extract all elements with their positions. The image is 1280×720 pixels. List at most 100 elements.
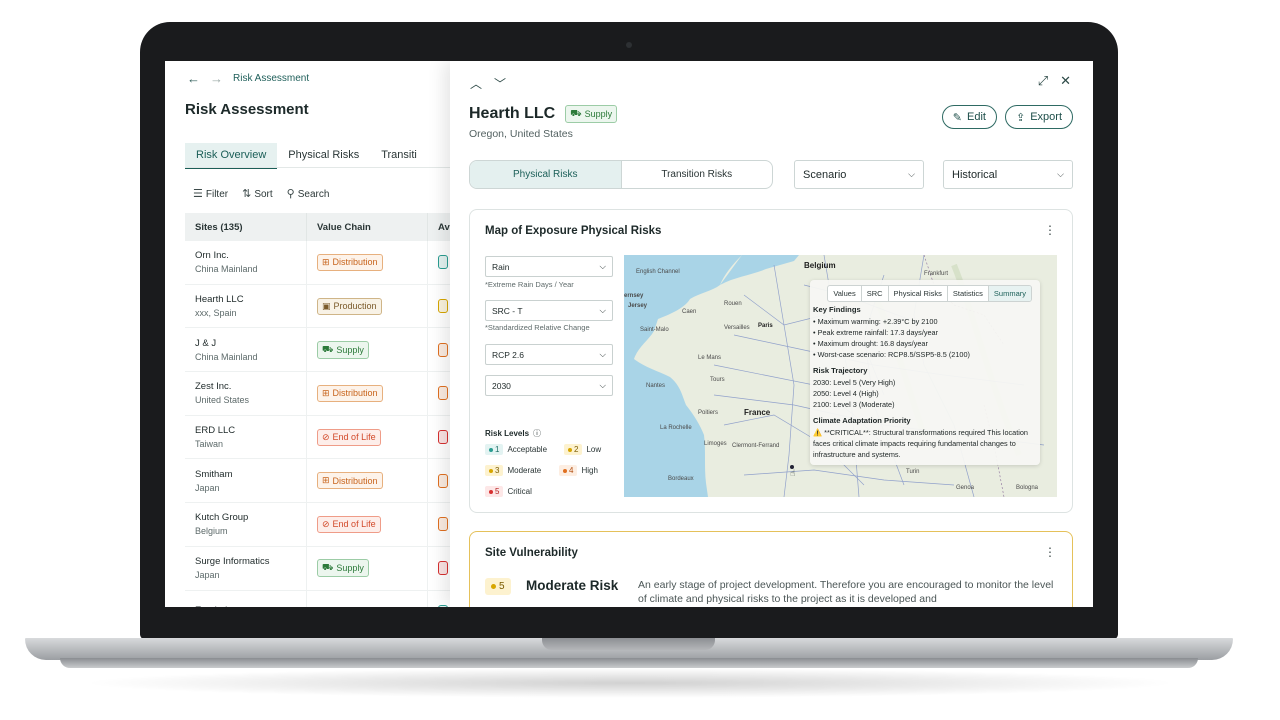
chevron-down-icon[interactable]: ﹀ [494, 75, 506, 92]
legend-item-acceptable: 1 Acceptable [485, 444, 547, 455]
scenario-select[interactable]: RCP 2.6 ⌵ [485, 344, 613, 365]
period-dropdown-value: Historical [952, 168, 998, 181]
period-dropdown[interactable]: Historical ⌵ [943, 160, 1073, 189]
tab-bar: Risk Overview Physical Risks Transiti [185, 143, 428, 169]
exposure-map[interactable]: English Channel Belgium Frankfurt ernsey… [624, 255, 1057, 497]
tab-physical-risks[interactable]: Physical Risks [277, 143, 370, 169]
search-button[interactable]: ⚲ Search [287, 187, 330, 200]
segment-physical-risks[interactable]: Physical Risks [470, 161, 622, 188]
popup-tab-summary[interactable]: Summary [988, 286, 1031, 301]
site-location: Belgium [195, 526, 228, 537]
chevron-up-icon[interactable]: ︿ [470, 75, 482, 92]
risk-level-chip [438, 517, 448, 532]
scenario-dropdown-value: Scenario [803, 168, 847, 181]
chevron-down-icon: ⌵ [599, 261, 606, 271]
finding-line: • Peak extreme rainfall: 17.3 days/year [813, 328, 939, 337]
table-row[interactable]: Orn Inc. China Mainland ⊞ Distribution [185, 241, 485, 285]
popup-summary: Key Findings • Maximum warming: +2.39°C … [813, 304, 1033, 460]
more-options-icon[interactable]: ⋮ [1044, 545, 1056, 559]
map-label-rouen: Rouen [724, 301, 742, 307]
tab-transition-risks[interactable]: Transiti [370, 143, 428, 169]
laptop-base-edge [60, 658, 1198, 668]
popup-tab-statistics[interactable]: Statistics [948, 286, 989, 301]
tab-risk-overview[interactable]: Risk Overview [185, 143, 278, 169]
eol-icon: ⊘ [322, 518, 330, 529]
panel-nav: ︿ ﹀ [470, 75, 506, 92]
popup-tab-values[interactable]: Values [828, 286, 862, 301]
map-popup: Values SRC Physical Risks Statistics Sum… [810, 280, 1040, 465]
scenario-dropdown[interactable]: Scenario ⌵ [794, 160, 924, 189]
company-tag: ⛟ Supply [565, 105, 618, 123]
site-name: Zest Inc. [195, 381, 232, 393]
chevron-down-icon: ⌵ [599, 380, 606, 390]
table-row[interactable]: Kutch Group Belgium ⊘ End of Life [185, 503, 485, 547]
screen: ← → Risk Assessment Risk Assessment Risk… [165, 61, 1093, 607]
map-label-la-rochelle: La Rochelle [660, 425, 692, 431]
value-chain-tag: ⊘ End of Life [317, 428, 381, 446]
site-location: xxx, Spain [195, 308, 237, 319]
table-row[interactable]: Surge Informatics Japan ⛟ Supply [185, 546, 485, 591]
site-name: J & J [195, 337, 217, 349]
risk-level-badge: 5 [485, 578, 511, 595]
map-label-poitiers: Poitiers [698, 410, 719, 416]
back-arrow-icon[interactable]: ← [187, 71, 200, 86]
map-label-english-channel: English Channel [636, 269, 680, 275]
company-name: Hearth LLC [469, 105, 556, 122]
risk-level-chip [438, 604, 448, 607]
map-label-paris: Paris [758, 323, 773, 329]
sort-button[interactable]: ⇅ Sort [242, 187, 273, 200]
risk-level-chip [438, 430, 448, 445]
chevron-down-icon: ⌵ [599, 349, 606, 359]
hazard-select[interactable]: Rain ⌵ [485, 256, 613, 277]
popup-tab-src[interactable]: SRC [862, 286, 889, 301]
site-location: Taiwan [195, 439, 224, 450]
metric-note: *Standardized Relative Change [485, 323, 590, 332]
table-row[interactable]: Enn Labs [185, 590, 485, 607]
legend-item-low: 2 Low [564, 444, 601, 455]
table-row[interactable]: J & J China Mainland ⛟ Supply [185, 328, 485, 373]
risk-type-toggle: Physical Risks Transition Risks [469, 160, 773, 189]
year-select[interactable]: 2030 ⌵ [485, 375, 613, 396]
info-icon[interactable]: ⓘ [533, 428, 541, 439]
tab-divider [185, 167, 485, 168]
segment-transition-risks[interactable]: Transition Risks [622, 161, 773, 188]
site-name: Surge Informatics [195, 556, 270, 568]
supply-icon: ⛟ [322, 562, 334, 573]
table-row[interactable]: ERD LLC Taiwan ⊘ End of Life [185, 415, 485, 460]
popup-tab-physical-risks[interactable]: Physical Risks [889, 286, 948, 301]
site-location: United States [195, 395, 250, 406]
edit-button[interactable]: ✎ Edit [941, 105, 997, 129]
dist-icon: ⊞ [322, 256, 330, 267]
site-cell: Surge Informatics Japan [185, 556, 306, 580]
more-options-icon[interactable]: ⋮ [1044, 223, 1056, 237]
eol-icon: ⊘ [322, 431, 330, 442]
close-icon[interactable]: ✕ [1060, 73, 1071, 89]
filter-button[interactable]: ☰ Filter [193, 187, 228, 200]
site-cell: Enn Labs [185, 605, 306, 607]
site-cell: Smitham Japan [185, 469, 306, 493]
export-button[interactable]: ⇪ Export [1004, 105, 1073, 129]
expand-icon[interactable]: ⤢ [1038, 73, 1048, 89]
site-name: Orn Inc. [195, 250, 229, 262]
map-card: Map of Exposure Physical Risks ⋮ Rain ⌵ *… [469, 209, 1073, 513]
table-row[interactable]: Zest Inc. United States ⊞ Distribution [185, 372, 485, 416]
pencil-icon: ✎ [952, 111, 963, 124]
map-label-saint-malo: Saint-Malo [640, 327, 669, 333]
popup-tabs: Values SRC Physical Risks Statistics Sum… [827, 285, 1032, 302]
company-location: Oregon, United States [469, 128, 573, 140]
site-location: Japan [195, 482, 220, 493]
risk-level-chip [438, 386, 448, 401]
table-row[interactable]: Hearth LLC xxx, Spain ▣ Production [185, 284, 485, 329]
sort-icon: ⇅ [242, 188, 252, 200]
forward-arrow-icon[interactable]: → [210, 71, 223, 86]
header-value-chain[interactable]: Value Chain [306, 213, 427, 241]
breadcrumb-current[interactable]: Risk Assessment [233, 73, 309, 84]
metric-select[interactable]: SRC - T ⌵ [485, 300, 613, 321]
site-cell: Hearth LLC xxx, Spain [185, 294, 306, 318]
site-cell: Kutch Group Belgium [185, 512, 306, 536]
trajectory-line: 2100: Level 3 (Moderate) [813, 400, 895, 409]
header-sites[interactable]: Sites (135) [185, 222, 306, 233]
table-row[interactable]: Smitham Japan ⊞ Distribution [185, 459, 485, 504]
risk-level-chip [438, 342, 448, 357]
prod-icon: ▣ [322, 300, 331, 311]
